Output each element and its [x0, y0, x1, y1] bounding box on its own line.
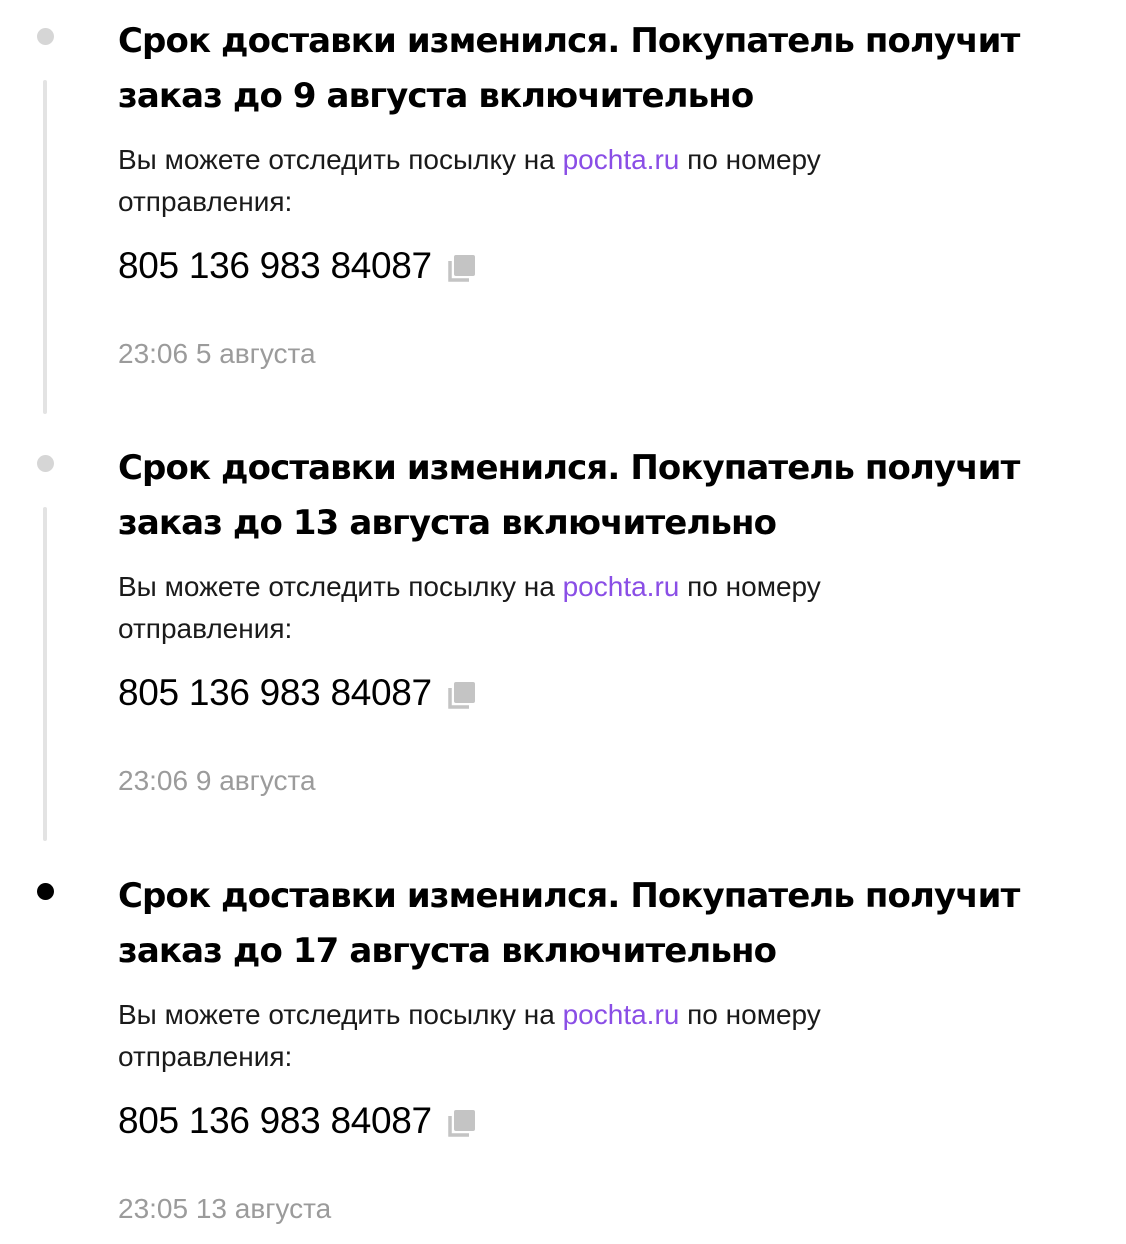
timeline-dot-icon: [37, 455, 54, 472]
description-line: Вы можете отследить посылку на pochta.ru…: [118, 566, 1018, 608]
event-description: Вы можете отследить посылку на pochta.ru…: [118, 139, 1018, 223]
description-suffix: по номеру: [679, 571, 821, 602]
description-line: отправления:: [118, 186, 293, 217]
event-description: Вы можете отследить посылку на pochta.ru…: [118, 994, 1018, 1078]
tracking-row: 805 136 983 84087: [118, 1096, 478, 1146]
description-prefix: Вы можете отследить посылку на: [118, 571, 563, 602]
event-description: Вы можете отследить посылку на pochta.ru…: [118, 566, 1018, 650]
description-line: Вы можете отследить посылку на pochta.ru…: [118, 139, 1018, 181]
event-title-line: заказ до 9 августа включительно: [118, 76, 754, 116]
event-title: Срок доставки изменился. Покупатель полу…: [118, 441, 1108, 551]
event-timestamp: 23:06 9 августа: [118, 765, 316, 796]
pochta-link[interactable]: pochta.ru: [563, 999, 680, 1030]
event-title-line: Срок доставки изменился. Покупатель полу…: [118, 21, 1020, 61]
timeline-dot-icon: [37, 883, 54, 900]
description-suffix: по номеру: [679, 144, 821, 175]
description-prefix: Вы можете отследить посылку на: [118, 144, 563, 175]
description-line: отправления:: [118, 613, 293, 644]
tracking-number: 805 136 983 84087: [118, 1100, 432, 1141]
description-line: Вы можете отследить посылку на pochta.ru…: [118, 994, 1018, 1036]
pochta-link[interactable]: pochta.ru: [563, 144, 680, 175]
tracking-row: 805 136 983 84087: [118, 241, 478, 291]
pochta-link[interactable]: pochta.ru: [563, 571, 680, 602]
timeline-rail: [43, 80, 47, 414]
timeline-rail: [43, 507, 47, 841]
description-suffix: по номеру: [679, 999, 821, 1030]
description-prefix: Вы можете отследить посылку на: [118, 999, 563, 1030]
event-title-line: Срок доставки изменился. Покупатель полу…: [118, 448, 1020, 488]
copy-icon[interactable]: [446, 252, 478, 284]
event-timestamp: 23:05 13 августа: [118, 1193, 332, 1224]
event-title-line: Срок доставки изменился. Покупатель полу…: [118, 876, 1020, 916]
event-title: Срок доставки изменился. Покупатель полу…: [118, 14, 1108, 124]
event-timestamp: 23:06 5 августа: [118, 338, 316, 369]
event-title-line: заказ до 13 августа включительно: [118, 503, 777, 543]
copy-icon[interactable]: [446, 679, 478, 711]
description-line: отправления:: [118, 1041, 293, 1072]
tracking-row: 805 136 983 84087: [118, 668, 478, 718]
tracking-number: 805 136 983 84087: [118, 672, 432, 713]
event-title-line: заказ до 17 августа включительно: [118, 931, 777, 971]
tracking-number: 805 136 983 84087: [118, 245, 432, 286]
event-title: Срок доставки изменился. Покупатель полу…: [118, 869, 1108, 979]
copy-icon[interactable]: [446, 1107, 478, 1139]
timeline-dot-icon: [37, 28, 54, 45]
